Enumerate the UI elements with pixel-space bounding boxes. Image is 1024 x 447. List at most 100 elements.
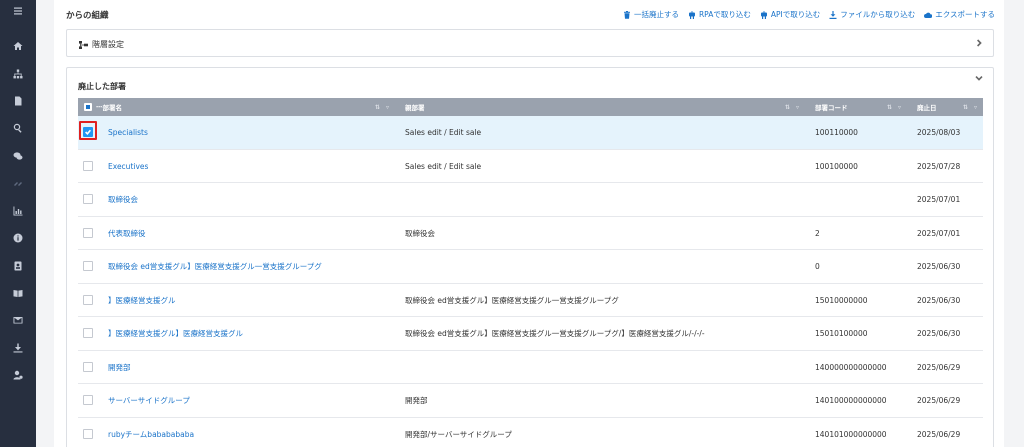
discontinued-date: 2025/07/01 (917, 195, 961, 204)
department-code: 140000000000000 (815, 362, 887, 372)
department-code: 0 (815, 262, 820, 271)
sort-icon[interactable]: ⇅ (887, 104, 892, 111)
department-name-link[interactable]: 代表取締役 (108, 217, 146, 250)
rpa-import-label: RPAで取り込む (698, 10, 751, 19)
department-name-link[interactable]: Specialists (108, 116, 148, 149)
department-name-link[interactable]: 取締役会 ed営支援グル】医療経営支援グル一営支援グループグ (108, 250, 322, 283)
department-code: 140101000000000 (815, 429, 887, 439)
info-icon[interactable] (0, 230, 36, 246)
row-checkbox[interactable] (83, 328, 93, 338)
table-row[interactable]: Specialists Sales edit / Edit sale 10011… (78, 116, 983, 150)
filter-icon[interactable]: ▿ (898, 104, 901, 111)
discontinued-departments-title: 廃止した部署 (78, 82, 126, 91)
table-row[interactable]: 取締役会 ed営支援グル】医療経営支援グル一営支援グループグ 0 2025/06… (78, 250, 983, 284)
trash-icon (623, 10, 630, 19)
department-name-link[interactable]: 取締役会 (108, 183, 138, 216)
api-import-label: APIで取り込む (770, 10, 821, 19)
department-name-link[interactable]: Executives (108, 150, 148, 183)
rpa-import-button[interactable]: RPAで取り込む (688, 9, 751, 20)
column-header-code-label: 部署コード (815, 104, 848, 112)
department-name-link[interactable]: サーバーサイドグループ (108, 384, 190, 417)
user-settings-icon[interactable] (0, 367, 36, 383)
column-header-parent-label: 親部署 (405, 104, 425, 112)
parent-department: Sales edit / Edit sale (405, 128, 482, 137)
column-header-date[interactable]: 廃止日 ⇅ ▿ (917, 98, 983, 116)
chevron-down-icon[interactable] (975, 74, 983, 82)
book-icon[interactable] (0, 285, 36, 301)
discontinued-departments-table: ⋯ 部署名 ⇅ ▿ 親部署 ⇅ ▿ 部署コード ⇅ ▿ 廃止日 ⇅ ▿ Spec… (78, 98, 983, 447)
row-checkbox[interactable] (83, 261, 93, 271)
row-checkbox[interactable] (83, 160, 93, 171)
table-row[interactable]: 】医療経営支援グル】医療経営支援グル 取締役会 ed営支援グル】医療経営支援グル… (78, 317, 983, 351)
filter-icon[interactable]: ▿ (386, 104, 389, 111)
department-code: 140100000000000 (815, 396, 887, 405)
bulk-discontinue-button[interactable]: 一括廃止する (623, 9, 679, 20)
table-row[interactable]: サーバーサイドグループ 開発部 140100000000000 2025/06/… (78, 384, 983, 418)
column-header-code[interactable]: 部署コード ⇅ ▿ (815, 98, 907, 116)
row-checkbox[interactable] (83, 395, 93, 405)
mail-icon[interactable] (0, 312, 36, 328)
hierarchy-settings-panel[interactable]: 階層設定 (66, 29, 994, 57)
hierarchy-icon (79, 40, 88, 49)
download-icon[interactable] (0, 340, 36, 356)
chart-icon[interactable] (0, 203, 36, 219)
row-checkbox[interactable] (83, 194, 93, 204)
chat-icon[interactable] (0, 148, 36, 164)
filter-icon[interactable]: ▿ (796, 104, 799, 111)
department-code: 100100000 (815, 161, 858, 171)
home-icon[interactable] (0, 38, 36, 54)
row-checkbox[interactable] (83, 227, 93, 238)
discontinued-date: 2025/07/01 (917, 228, 961, 238)
top-bar: からの組織 一括廃止する RPAで取り込む APIで取り込む ファイルから取り込… (54, 0, 1004, 28)
file-import-button[interactable]: ファイルから取り込む (829, 9, 915, 20)
table-row[interactable]: 開発部 140000000000000 2025/06/29 (78, 351, 983, 384)
org-chart-icon[interactable] (0, 66, 36, 82)
row-checkbox[interactable] (83, 294, 93, 305)
table-row[interactable]: 代表取締役 取締役会 2 2025/07/01 (78, 217, 983, 250)
main-content: からの組織 一括廃止する RPAで取り込む APIで取り込む ファイルから取り込… (54, 0, 1004, 447)
bulk-discontinue-label: 一括廃止する (633, 10, 679, 19)
action-bar: 一括廃止する RPAで取り込む APIで取り込む ファイルから取り込む エクスポ… (623, 9, 995, 20)
parent-department: 開発部/サーバーサイドグループ (405, 429, 512, 439)
menu-icon[interactable] (0, 3, 36, 19)
discontinued-departments-panel: 廃止した部署 ⋯ 部署名 ⇅ ▿ 親部署 ⇅ ▿ 部署コード ⇅ ▿ 廃止日 ⇅… (66, 67, 994, 447)
link-icon[interactable] (0, 176, 36, 192)
api-import-button[interactable]: APIで取り込む (760, 9, 820, 20)
select-all-checkbox[interactable] (84, 103, 92, 111)
sort-icon[interactable]: ⇅ (785, 104, 790, 111)
department-code: 100110000 (815, 128, 858, 137)
discontinued-date: 2025/06/30 (917, 329, 961, 338)
parent-department: 取締役会 ed営支援グル】医療経営支援グル一営支援グループグ (405, 295, 619, 305)
department-name-link[interactable]: 開発部 (108, 351, 131, 384)
parent-department: 取締役会 ed営支援グル】医療経営支援グル一営支援グループグ/】医療経営支援グル… (405, 329, 705, 338)
department-name-link[interactable]: 】医療経営支援グル (108, 284, 176, 317)
column-header-parent[interactable]: 親部署 ⇅ ▿ (405, 98, 805, 116)
export-label: エクスポートする (935, 10, 995, 19)
contact-card-icon[interactable] (0, 258, 36, 274)
row-checkbox[interactable] (83, 428, 93, 439)
table-row[interactable]: 】医療経営支援グル 取締役会 ed営支援グル】医療経営支援グル一営支援グループグ… (78, 284, 983, 317)
department-code: 2 (815, 228, 820, 238)
search-icon[interactable] (0, 120, 36, 136)
department-name-link[interactable]: 】医療経営支援グル】医療経営支援グル (108, 317, 243, 350)
discontinued-date: 2025/08/03 (917, 128, 961, 137)
hierarchy-settings-header: 階層設定 (79, 39, 124, 50)
sort-icon[interactable]: ⇅ (963, 104, 968, 111)
row-checkbox[interactable] (83, 127, 93, 137)
document-icon[interactable] (0, 93, 36, 109)
table-row[interactable]: rubyチームbababababa 開発部/サーバーサイドグループ 140101… (78, 418, 983, 447)
discontinued-date: 2025/06/29 (917, 362, 961, 372)
department-code: 15010100000 (815, 329, 868, 338)
sort-icon[interactable]: ⇅ (375, 104, 380, 111)
chevron-right-icon[interactable] (975, 39, 983, 47)
export-button[interactable]: エクスポートする (924, 9, 995, 20)
filter-icon[interactable]: ▿ (974, 104, 977, 111)
discontinued-date: 2025/06/30 (917, 262, 961, 271)
file-import-label: ファイルから取り込む (840, 10, 916, 19)
row-checkbox[interactable] (83, 361, 93, 372)
table-row[interactable]: Executives Sales edit / Edit sale 100100… (78, 150, 983, 183)
discontinued-date: 2025/07/28 (917, 161, 961, 171)
table-row[interactable]: 取締役会 2025/07/01 (78, 183, 983, 217)
column-header-name[interactable]: ⋯ 部署名 ⇅ ▿ (96, 98, 395, 116)
department-name-link[interactable]: rubyチームbababababa (108, 418, 194, 447)
